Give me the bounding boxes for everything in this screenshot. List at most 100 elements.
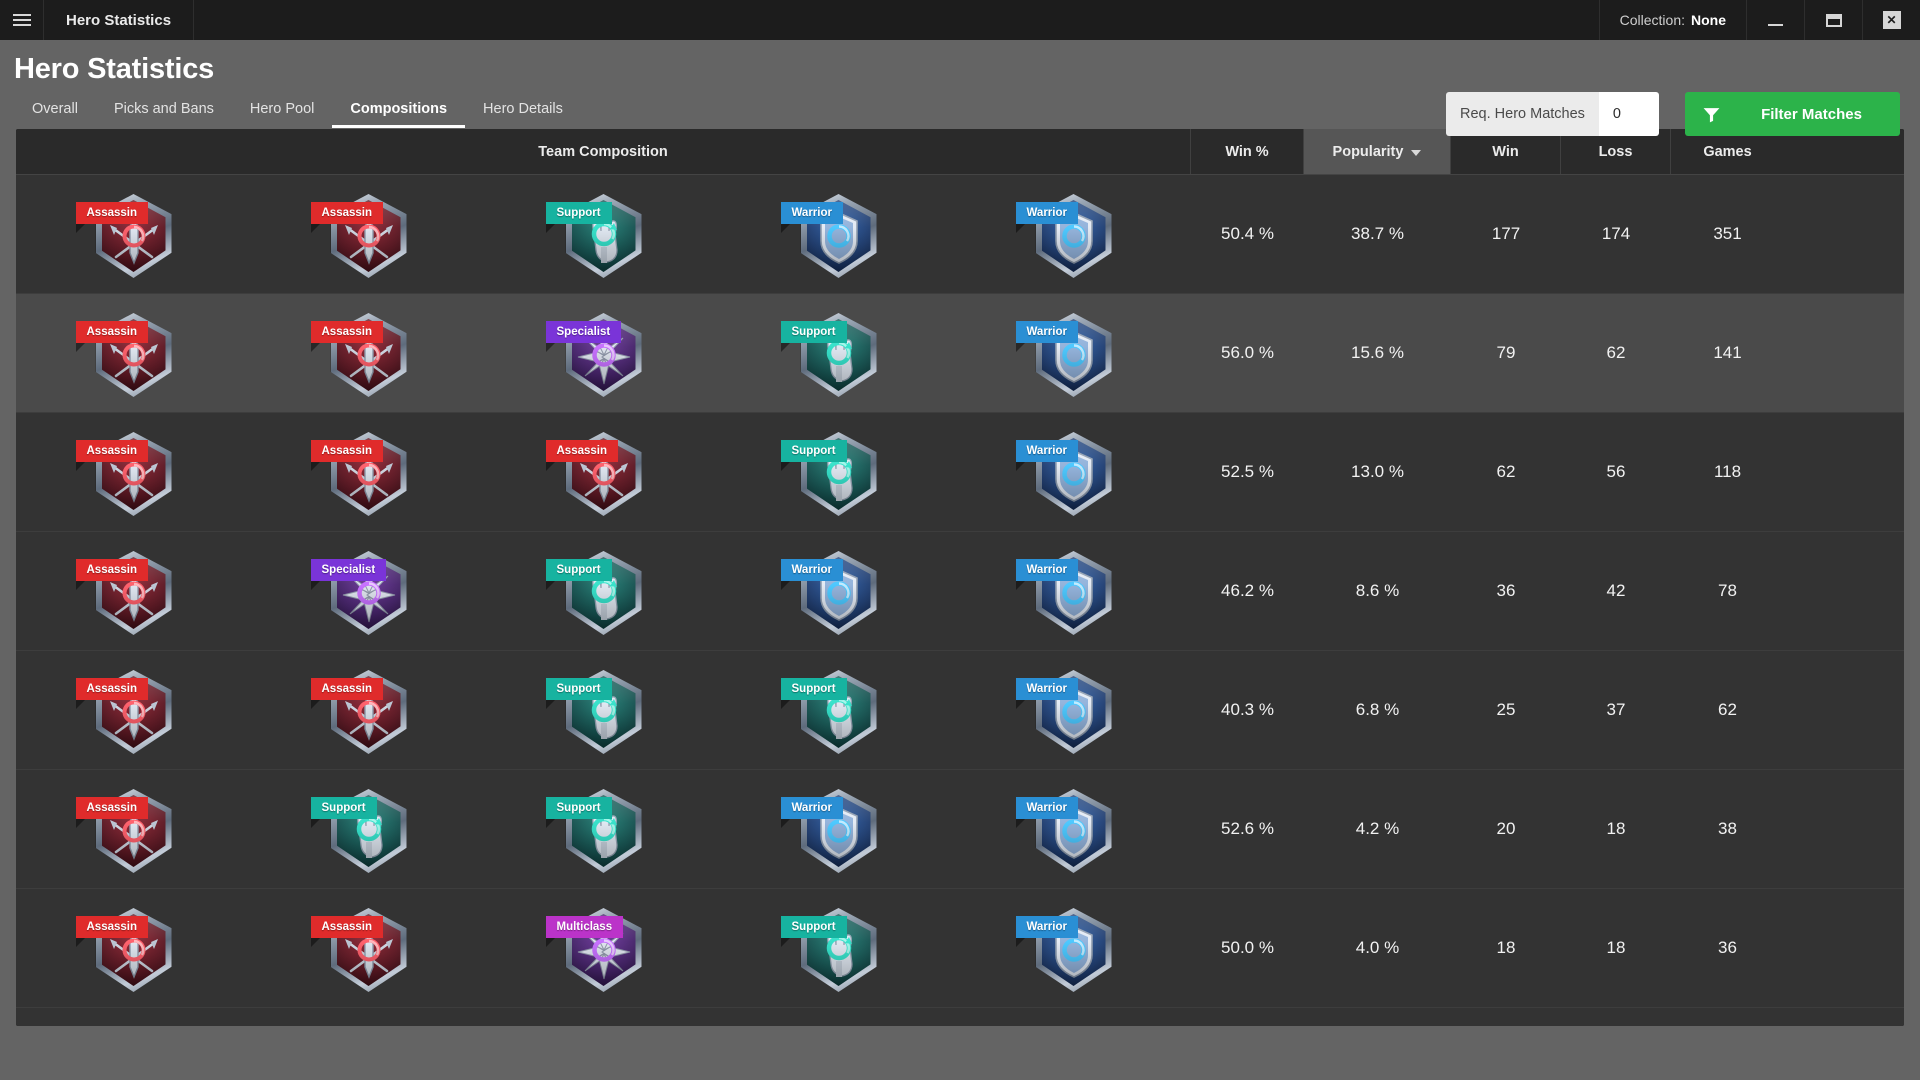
cell-popularity: 4.0 % xyxy=(1355,938,1400,957)
tab-hero-details[interactable]: Hero Details xyxy=(465,101,581,129)
tab-picks-and-bans[interactable]: Picks and Bans xyxy=(96,101,232,129)
hero-role-icon-warrior[interactable]: Warrior xyxy=(780,545,881,637)
hero-role-icon-specialist[interactable]: Specialist xyxy=(310,545,411,637)
table-row[interactable]: Assassin Assassin Multiclass Support War… xyxy=(16,889,1904,1008)
req-hero-matches-label: Req. Hero Matches xyxy=(1446,92,1599,136)
cell-games: 38 xyxy=(1718,819,1737,838)
column-header-win-pct[interactable]: Win % xyxy=(1191,129,1304,174)
hero-role-icon-multiclass[interactable]: Multiclass xyxy=(545,902,646,994)
composition-slot: Support xyxy=(721,902,956,994)
maximize-icon xyxy=(1825,13,1842,27)
hero-role-icon-assassin[interactable]: Assassin xyxy=(75,188,176,280)
page-title: Hero Statistics xyxy=(14,53,215,85)
column-header-label: Popularity xyxy=(1332,143,1404,160)
req-hero-matches-control[interactable]: Req. Hero Matches xyxy=(1446,92,1659,136)
hero-role-icon-assassin[interactable]: Assassin xyxy=(545,426,646,518)
cell-win-pct: 52.5 % xyxy=(1221,462,1274,481)
role-label-badge: Warrior xyxy=(1015,559,1078,590)
hero-role-icon-support[interactable]: Support xyxy=(545,188,646,280)
hamburger-menu-button[interactable] xyxy=(0,0,44,40)
tab-hero-pool[interactable]: Hero Pool xyxy=(232,101,332,129)
table-row[interactable]: Assassin Support Support Warrior Warrior… xyxy=(16,770,1904,889)
cell-win-pct: 50.0 % xyxy=(1221,938,1274,957)
minimize-button[interactable] xyxy=(1746,0,1804,40)
hero-role-icon-specialist[interactable]: Specialist xyxy=(545,307,646,399)
filter-matches-button[interactable]: Filter Matches xyxy=(1685,92,1900,136)
filter-matches-label: Filter Matches xyxy=(1761,105,1862,123)
table-row[interactable]: Assassin Assassin Specialist Support War… xyxy=(16,294,1904,413)
cell-popularity: 15.6 % xyxy=(1351,343,1404,362)
composition-slot: Specialist xyxy=(486,307,721,399)
table-row[interactable]: Assassin Specialist Support Warrior Warr… xyxy=(16,532,1904,651)
hero-role-icon-assassin[interactable]: Assassin xyxy=(75,783,176,875)
hero-role-icon-warrior[interactable]: Warrior xyxy=(780,783,881,875)
composition-slot: Support xyxy=(486,188,721,280)
table-row[interactable]: Assassin Assassin Support Warrior Warrio… xyxy=(16,175,1904,294)
tab-overall[interactable]: Overall xyxy=(14,101,96,129)
hero-role-icon-warrior[interactable]: Warrior xyxy=(1015,545,1116,637)
hero-role-icon-assassin[interactable]: Assassin xyxy=(75,664,176,756)
hamburger-menu-icon xyxy=(12,11,31,29)
hero-role-icon-assassin[interactable]: Assassin xyxy=(75,426,176,518)
hero-role-icon-assassin[interactable]: Assassin xyxy=(310,188,411,280)
hero-role-icon-support[interactable]: Support xyxy=(780,902,881,994)
cell-loss: 42 xyxy=(1606,581,1626,600)
composition-slot: Support xyxy=(251,783,486,875)
compositions-table: Team Composition Win % Popularity Win Loss Ga… xyxy=(16,129,1904,1026)
table-row[interactable]: Assassin Assassin Assassin Support Warri… xyxy=(16,413,1904,532)
role-label-badge: Support xyxy=(545,559,612,590)
filter-funnel-icon xyxy=(1685,105,1737,124)
cell-loss: 174 xyxy=(1601,224,1631,243)
window-titlebar: Hero Statistics Collection: None ✕ xyxy=(0,0,1920,40)
hero-role-icon-support[interactable]: Support xyxy=(780,664,881,756)
team-composition-cell: Assassin Specialist Support Warrior Warr… xyxy=(16,532,1191,650)
team-composition-cell: Assassin Support Support Warrior Warrior xyxy=(16,770,1191,888)
hero-role-icon-support[interactable]: Support xyxy=(545,664,646,756)
hero-role-icon-warrior[interactable]: Warrior xyxy=(1015,188,1116,280)
close-button[interactable]: ✕ xyxy=(1862,0,1920,40)
composition-slot: Warrior xyxy=(956,783,1191,875)
cell-win: 177 xyxy=(1491,224,1521,243)
column-header-popularity[interactable]: Popularity xyxy=(1304,129,1451,174)
hero-role-icon-assassin[interactable]: Assassin xyxy=(75,902,176,994)
cell-games: 118 xyxy=(1713,462,1742,481)
hero-role-icon-warrior[interactable]: Warrior xyxy=(1015,783,1116,875)
role-label-badge: Assassin xyxy=(310,321,384,352)
cell-loss: 18 xyxy=(1606,819,1626,838)
column-header-composition[interactable]: Team Composition xyxy=(16,129,1191,174)
maximize-button[interactable] xyxy=(1804,0,1862,40)
cell-win: 18 xyxy=(1496,938,1516,957)
hero-role-icon-assassin[interactable]: Assassin xyxy=(310,426,411,518)
tab-compositions[interactable]: Compositions xyxy=(332,101,466,128)
hero-role-icon-assassin[interactable]: Assassin xyxy=(75,307,176,399)
role-label-badge: Multiclass xyxy=(545,916,624,947)
req-hero-matches-input[interactable] xyxy=(1598,92,1659,136)
collection-indicator[interactable]: Collection: None xyxy=(1598,0,1746,40)
close-icon: ✕ xyxy=(1882,11,1901,29)
role-label-badge: Support xyxy=(545,797,612,828)
cell-games: 62 xyxy=(1718,700,1737,719)
hero-role-icon-assassin[interactable]: Assassin xyxy=(310,664,411,756)
hero-role-icon-support[interactable]: Support xyxy=(545,783,646,875)
hero-role-icon-support[interactable]: Support xyxy=(780,426,881,518)
role-label-badge: Warrior xyxy=(780,559,843,590)
composition-slot: Assassin xyxy=(486,426,721,518)
hero-role-icon-support[interactable]: Support xyxy=(545,545,646,637)
hero-role-icon-assassin[interactable]: Assassin xyxy=(310,902,411,994)
role-label-badge: Warrior xyxy=(1015,678,1078,709)
titlebar-spacer xyxy=(194,0,1599,40)
hero-role-icon-support[interactable]: Support xyxy=(310,783,411,875)
column-header-label: Team Composition xyxy=(538,143,668,160)
hero-role-icon-warrior[interactable]: Warrior xyxy=(1015,664,1116,756)
composition-slot: Specialist xyxy=(251,545,486,637)
hero-role-icon-warrior[interactable]: Warrior xyxy=(1015,426,1116,518)
hero-role-icon-warrior[interactable]: Warrior xyxy=(780,188,881,280)
composition-slot: Assassin xyxy=(16,664,251,756)
table-row[interactable]: Assassin Assassin Support Support Warrio… xyxy=(16,651,1904,770)
hero-role-icon-warrior[interactable]: Warrior xyxy=(1015,902,1116,994)
hero-role-icon-warrior[interactable]: Warrior xyxy=(1015,307,1116,399)
composition-slot: Warrior xyxy=(956,664,1191,756)
hero-role-icon-assassin[interactable]: Assassin xyxy=(75,545,176,637)
hero-role-icon-support[interactable]: Support xyxy=(780,307,881,399)
hero-role-icon-assassin[interactable]: Assassin xyxy=(310,307,411,399)
